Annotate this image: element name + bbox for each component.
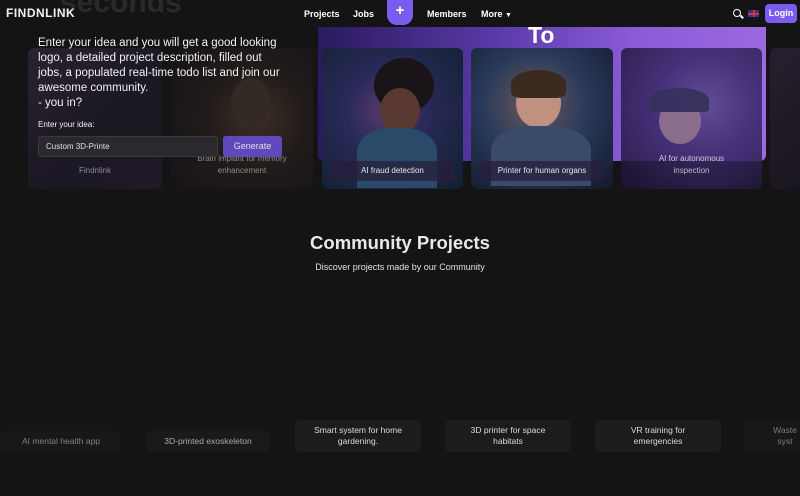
card-caption: Findnlink xyxy=(36,161,154,181)
hero-card-partial[interactable] xyxy=(770,48,800,189)
login-button[interactable]: Login xyxy=(765,4,797,23)
chevron-down-icon: ▼ xyxy=(505,12,512,19)
idea-input[interactable]: Custom 3D-Printe xyxy=(38,136,218,157)
nav-more[interactable]: More ▼ xyxy=(481,9,512,19)
findnlink-logo[interactable]: FINDNLINK xyxy=(6,6,75,20)
project-card[interactable]: 3D-printed exoskeleton xyxy=(146,431,270,451)
community-title: Community Projects xyxy=(310,232,490,253)
project-card[interactable]: VR training for emergencies xyxy=(595,420,721,452)
card-image xyxy=(511,70,566,98)
project-card[interactable]: Waste syst xyxy=(745,420,800,452)
nav-members[interactable]: Members xyxy=(427,9,467,19)
nav-jobs[interactable]: Jobs xyxy=(353,9,374,19)
search-icon[interactable] xyxy=(733,9,741,17)
uk-flag-icon[interactable] xyxy=(748,10,759,17)
top-nav: seconds FINDNLINK Projects Jobs + Member… xyxy=(0,0,800,28)
project-card[interactable]: AI mental health app xyxy=(0,431,120,451)
generate-button[interactable]: Generate xyxy=(223,136,282,157)
card-image xyxy=(380,88,420,133)
nav-projects[interactable]: Projects xyxy=(304,9,340,19)
hero-card-ai-fraud[interactable]: AI fraud detection xyxy=(322,48,463,189)
hero-description: Enter your idea and you will get a good … xyxy=(38,37,280,109)
hero-card-autonomous-inspection[interactable]: AI for autonomous inspection xyxy=(621,48,762,189)
idea-input-label: Enter your idea: xyxy=(38,120,95,129)
card-caption: AI for autonomous inspection xyxy=(658,154,725,175)
card-caption: Printer for human organs xyxy=(479,161,605,181)
create-project-button[interactable]: + xyxy=(387,0,413,25)
card-image xyxy=(649,88,709,112)
project-card[interactable]: 3D printer for space habitats xyxy=(445,420,571,452)
community-subtitle: Discover projects made by our Community xyxy=(315,262,485,272)
card-caption: AI fraud detection xyxy=(330,161,455,181)
hero-ghost-text: seconds xyxy=(60,0,182,19)
project-card[interactable]: Smart system for home gardening. xyxy=(295,420,421,452)
hero-card-organ-printer[interactable]: Printer for human organs xyxy=(471,48,613,189)
